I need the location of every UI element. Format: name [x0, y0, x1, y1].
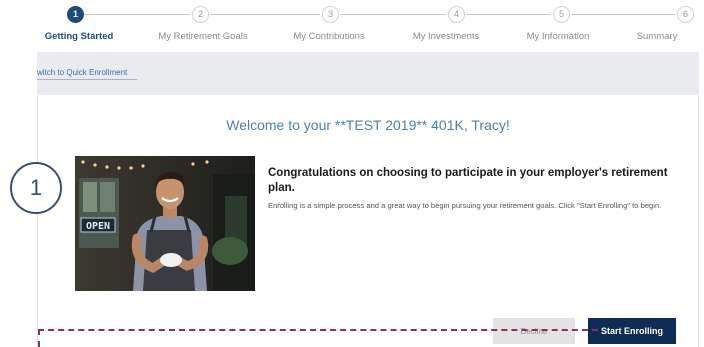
step-6-indicator[interactable]: 6 — [677, 6, 694, 23]
step-4-label[interactable]: My Investments — [413, 31, 480, 42]
open-sign: OPEN — [86, 221, 110, 232]
step-6-label[interactable]: Summary — [637, 31, 678, 42]
link-divider — [37, 79, 137, 80]
step-callout-badge: 1 — [10, 162, 62, 214]
progress-stepper: 1 2 3 4 5 6 Getting Started My Retiremen… — [0, 0, 704, 52]
step-5-label[interactable]: My Information — [527, 31, 590, 42]
step-connector — [571, 14, 675, 15]
welcome-heading: Welcome to your **TEST 2019** 401K, Trac… — [226, 117, 510, 133]
step-connector — [340, 14, 446, 15]
step-connector — [210, 14, 320, 15]
step-3-indicator[interactable]: 3 — [322, 6, 339, 23]
enrollment-description: Enrolling is a simple process and a grea… — [268, 201, 662, 210]
step-3-label[interactable]: My Contributions — [293, 31, 364, 42]
step-connector — [466, 14, 551, 15]
quick-enrollment-link[interactable]: witch to Quick Enrollment — [37, 68, 127, 77]
decline-button[interactable]: Decline — [493, 318, 575, 344]
start-enrolling-button[interactable]: Start Enrolling — [588, 318, 676, 344]
congrats-heading: Congratulations on choosing to participa… — [268, 167, 668, 194]
step-2-label[interactable]: My Retirement Goals — [158, 31, 247, 42]
barista-illustration: OPEN — [75, 156, 255, 291]
step-4-indicator[interactable]: 4 — [448, 6, 465, 23]
sub-header-band — [37, 52, 699, 95]
annotation-dashed-line-vertical — [38, 329, 40, 347]
annotation-dashed-line — [38, 329, 598, 331]
step-5-indicator[interactable]: 5 — [553, 6, 570, 23]
step-1-label[interactable]: Getting Started — [45, 31, 114, 42]
step-1-indicator[interactable]: 1 — [67, 6, 84, 23]
step-connector — [84, 14, 190, 15]
step-2-indicator[interactable]: 2 — [192, 6, 209, 23]
welcome-photo: OPEN — [75, 156, 255, 291]
